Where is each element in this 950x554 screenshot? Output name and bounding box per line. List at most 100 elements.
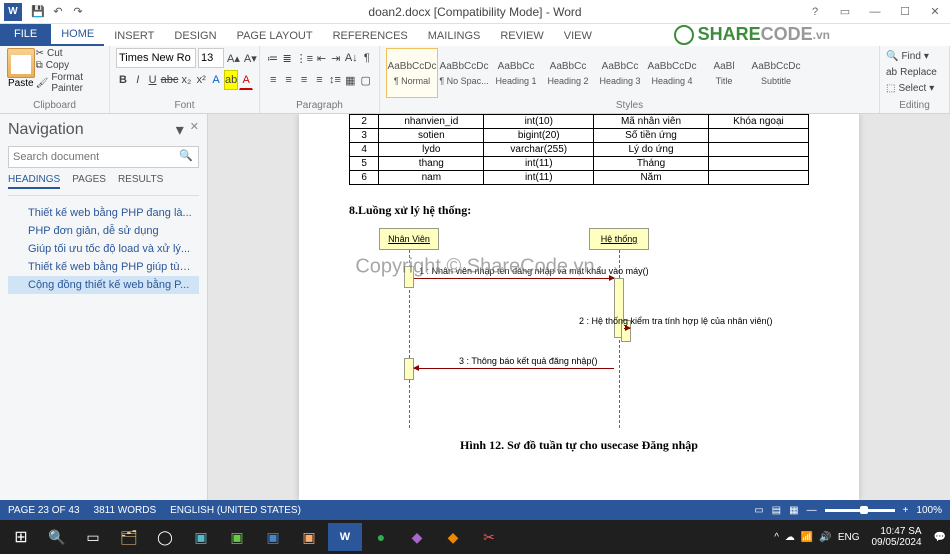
app-icon-5[interactable]: ● <box>364 523 398 551</box>
find-button[interactable]: 🔍Find ▾ <box>886 48 943 64</box>
borders-icon[interactable]: ▢ <box>359 70 373 90</box>
cut-button[interactable]: ✂Cut <box>36 48 103 59</box>
superscript-button[interactable]: x² <box>194 70 208 90</box>
select-button[interactable]: ⬚Select ▾ <box>886 80 943 96</box>
style-heading-1[interactable]: AaBbCcHeading 1 <box>490 48 542 98</box>
shrink-font-icon[interactable]: A▾ <box>243 48 258 68</box>
style-heading-3[interactable]: AaBbCcHeading 3 <box>594 48 646 98</box>
tab-review[interactable]: REVIEW <box>490 26 553 46</box>
align-left-icon[interactable]: ≡ <box>266 70 280 90</box>
nav-dropdown-icon[interactable]: ▾ <box>176 120 184 140</box>
search-input[interactable] <box>8 146 199 168</box>
underline-button[interactable]: U <box>146 70 160 90</box>
undo-icon[interactable]: ↶ <box>50 4 66 20</box>
nav-tab-headings[interactable]: HEADINGS <box>8 174 60 189</box>
app-icon-6[interactable]: ◆ <box>436 523 470 551</box>
word-taskbar-icon[interactable]: W <box>328 523 362 551</box>
view-print-icon[interactable]: ▤ <box>772 505 781 516</box>
tray-volume-icon[interactable]: 🔊 <box>819 532 831 543</box>
copy-button[interactable]: ⧉Copy <box>36 60 103 71</box>
tray-cloud-icon[interactable]: ☁ <box>785 532 795 543</box>
document-area[interactable]: 2nhanvien_idint(10)Mã nhân viênKhóa ngoạ… <box>208 114 950 500</box>
style-heading-4[interactable]: AaBbCcDcHeading 4 <box>646 48 698 98</box>
text-effects-icon[interactable]: A <box>209 70 223 90</box>
highlight-icon[interactable]: ab <box>224 70 238 90</box>
tray-wifi-icon[interactable]: 📶 <box>801 532 813 543</box>
strike-button[interactable]: abc <box>160 70 178 90</box>
help-icon[interactable]: ? <box>800 2 830 22</box>
font-color-icon[interactable]: A <box>239 70 253 90</box>
bullets-icon[interactable]: ≔ <box>266 48 279 68</box>
nav-heading-item[interactable]: Giúp tối ưu tốc độ load và xử lý... <box>8 240 199 258</box>
numbering-icon[interactable]: ≣ <box>281 48 293 68</box>
close-icon[interactable]: ✕ <box>920 2 950 22</box>
style-subtitle[interactable]: AaBbCcDcSubtitle <box>750 48 802 98</box>
paste-button[interactable]: Paste <box>6 48 36 94</box>
chrome-icon[interactable]: ◯ <box>148 523 182 551</box>
tray-lang[interactable]: ENG <box>838 532 860 543</box>
tab-view[interactable]: VIEW <box>554 26 602 46</box>
sort-icon[interactable]: A↓ <box>344 48 359 68</box>
zoom-level[interactable]: 100% <box>916 505 942 516</box>
nav-heading-item[interactable]: PHP đơn giản, dễ sử dụng <box>8 222 199 240</box>
tab-insert[interactable]: INSERT <box>104 26 164 46</box>
app-icon-2[interactable]: ▣ <box>220 523 254 551</box>
style-title[interactable]: AaBlTitle <box>698 48 750 98</box>
nav-close-icon[interactable]: ✕ <box>190 120 199 140</box>
show-marks-icon[interactable]: ¶ <box>361 48 373 68</box>
search-icon[interactable]: 🔍 <box>179 149 193 162</box>
tab-home[interactable]: HOME <box>51 24 104 46</box>
start-button[interactable]: ⊞ <box>4 523 38 551</box>
font-size-select[interactable] <box>198 48 224 68</box>
tray-clock[interactable]: 10:47 SA 09/05/2024 <box>865 526 927 548</box>
multilevel-icon[interactable]: ⋮≡ <box>295 48 313 68</box>
style--no-spac-[interactable]: AaBbCcDc¶ No Spac... <box>438 48 490 98</box>
line-spacing-icon[interactable]: ↕≡ <box>328 70 342 90</box>
tray-chevron-icon[interactable]: ^ <box>774 532 779 543</box>
grow-font-icon[interactable]: A▴ <box>226 48 241 68</box>
subscript-button[interactable]: x₂ <box>179 70 193 90</box>
visual-studio-icon[interactable]: ◆ <box>400 523 434 551</box>
tab-references[interactable]: REFERENCES <box>323 26 418 46</box>
tab-file[interactable]: FILE <box>0 24 51 46</box>
zoom-out-icon[interactable]: — <box>807 505 817 516</box>
maximize-icon[interactable]: ☐ <box>890 2 920 22</box>
nav-tab-pages[interactable]: PAGES <box>72 174 106 189</box>
zoom-in-icon[interactable]: + <box>903 505 909 516</box>
save-icon[interactable]: 💾 <box>30 4 46 20</box>
font-name-select[interactable] <box>116 48 196 68</box>
status-page[interactable]: PAGE 23 OF 43 <box>8 505 80 516</box>
app-icon-3[interactable]: ▣ <box>256 523 290 551</box>
italic-button[interactable]: I <box>131 70 145 90</box>
align-right-icon[interactable]: ≡ <box>297 70 311 90</box>
zoom-slider[interactable] <box>825 509 895 512</box>
status-words[interactable]: 3811 WORDS <box>94 505 157 516</box>
replace-button[interactable]: abReplace <box>886 64 943 80</box>
shading-icon[interactable]: ▦ <box>343 70 357 90</box>
nav-tab-results[interactable]: RESULTS <box>118 174 163 189</box>
tab-page-layout[interactable]: PAGE LAYOUT <box>227 26 323 46</box>
format-painter-button[interactable]: 🖌Format Painter <box>36 72 103 94</box>
align-center-icon[interactable]: ≡ <box>281 70 295 90</box>
nav-heading-item[interactable]: Thiết kế web bằng PHP đang là... <box>8 204 199 222</box>
minimize-icon[interactable]: — <box>860 2 890 22</box>
justify-icon[interactable]: ≡ <box>312 70 326 90</box>
tab-design[interactable]: DESIGN <box>164 26 226 46</box>
explorer-icon[interactable]: 🗂 <box>112 523 146 551</box>
nav-heading-item[interactable]: Thiết kế web bằng PHP giúp tùy... <box>8 258 199 276</box>
app-icon-1[interactable]: ▣ <box>184 523 218 551</box>
task-view-icon[interactable]: ▭ <box>76 523 110 551</box>
nav-heading-item[interactable]: Cộng đồng thiết kế web bằng P... <box>8 276 199 294</box>
redo-icon[interactable]: ↷ <box>70 4 86 20</box>
app-icon-4[interactable]: ▣ <box>292 523 326 551</box>
bold-button[interactable]: B <box>116 70 130 90</box>
style--normal[interactable]: AaBbCcDc¶ Normal <box>386 48 438 98</box>
status-language[interactable]: ENGLISH (UNITED STATES) <box>170 505 301 516</box>
style-heading-2[interactable]: AaBbCcHeading 2 <box>542 48 594 98</box>
tab-mailings[interactable]: MAILINGS <box>418 26 491 46</box>
ribbon-options-icon[interactable]: ▭ <box>830 2 860 22</box>
snipping-icon[interactable]: ✂ <box>472 523 506 551</box>
view-read-icon[interactable]: ▭ <box>754 505 763 516</box>
tray-notifications-icon[interactable]: 💬 <box>934 532 946 543</box>
view-web-icon[interactable]: ▦ <box>789 505 798 516</box>
